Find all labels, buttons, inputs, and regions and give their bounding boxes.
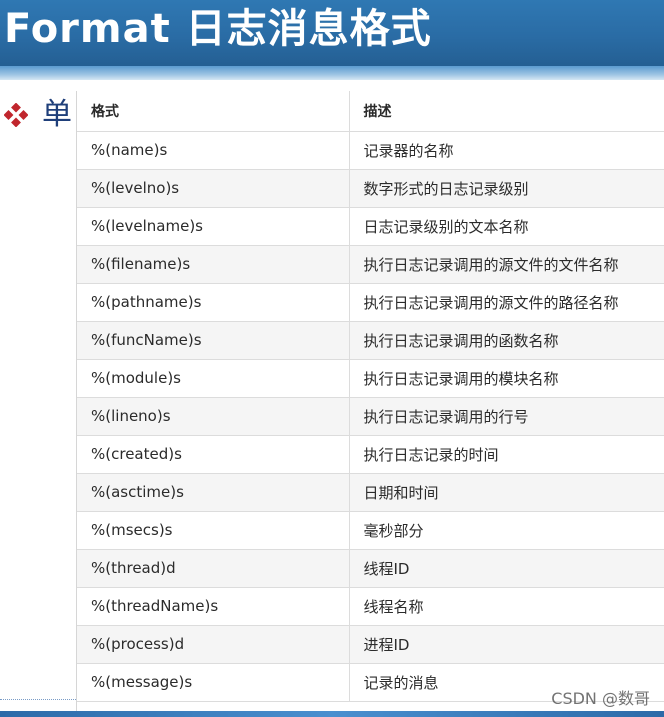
dotted-divider: [0, 699, 76, 700]
description-cell: 执行日志记录的时间: [349, 435, 664, 474]
format-cell: %(filename)s: [77, 245, 350, 284]
description-cell: 日志记录级别的文本名称: [349, 207, 664, 246]
format-cell: %(module)s: [77, 359, 350, 398]
table-row: %(name)s 记录器的名称: [77, 131, 664, 170]
format-cell: %(funcName)s: [77, 321, 350, 360]
format-cell: %(pathname)s: [77, 283, 350, 322]
description-cell: 执行日志记录调用的函数名称: [349, 321, 664, 360]
table-row: %(levelno)s 数字形式的日志记录级别: [77, 169, 664, 208]
description-cell: 线程ID: [349, 549, 664, 588]
format-cell: %(asctime)s: [77, 473, 350, 512]
description-cell: 执行日志记录调用的源文件的路径名称: [349, 283, 664, 322]
slide-title: Format 日志消息格式: [4, 6, 432, 52]
description-cell: 日期和时间: [349, 473, 664, 512]
format-cell: %(lineno)s: [77, 397, 350, 436]
column-header-description: 描述: [349, 91, 664, 132]
table-row: %(threadName)s 线程名称: [77, 587, 664, 626]
watermark: CSDN @数哥: [551, 689, 650, 708]
table-row: %(msecs)s 毫秒部分: [77, 511, 664, 550]
format-cell: %(levelno)s: [77, 169, 350, 208]
table-header-row: 格式 描述: [77, 91, 664, 132]
format-cell: %(message)s: [77, 663, 350, 702]
description-cell: 记录器的名称: [349, 131, 664, 170]
table-row: %(pathname)s 执行日志记录调用的源文件的路径名称: [77, 283, 664, 322]
header-stripe: [0, 66, 664, 80]
table-row: %(process)d 进程ID: [77, 625, 664, 664]
bullet-text: 单: [42, 97, 72, 132]
slide-header: Format 日志消息格式: [0, 0, 664, 66]
table-row: %(filename)s 执行日志记录调用的源文件的文件名称: [77, 245, 664, 284]
format-table: 格式 描述 %(name)s 记录器的名称 %(levelno)s 数字形式的日志记录…: [77, 91, 664, 702]
column-header-format: 格式: [77, 91, 350, 132]
description-cell: 数字形式的日志记录级别: [349, 169, 664, 208]
description-cell: 毫秒部分: [349, 511, 664, 550]
format-cell: %(threadName)s: [77, 587, 350, 626]
table-row: %(funcName)s 执行日志记录调用的函数名称: [77, 321, 664, 360]
format-cell: %(msecs)s: [77, 511, 350, 550]
table-body: %(name)s 记录器的名称 %(levelno)s 数字形式的日志记录级别 %(le…: [77, 131, 664, 702]
bullet-area: [0, 80, 76, 700]
table-row: %(thread)d 线程ID: [77, 549, 664, 588]
format-cell: %(created)s: [77, 435, 350, 474]
description-cell: 线程名称: [349, 587, 664, 626]
bottom-bar: [0, 711, 664, 717]
description-cell: 执行日志记录调用的源文件的文件名称: [349, 245, 664, 284]
format-cell: %(process)d: [77, 625, 350, 664]
description-cell: 执行日志记录调用的模块名称: [349, 359, 664, 398]
table-row: %(module)s 执行日志记录调用的模块名称: [77, 359, 664, 398]
description-cell: 进程ID: [349, 625, 664, 664]
description-cell: 执行日志记录调用的行号: [349, 397, 664, 436]
format-cell: %(thread)d: [77, 549, 350, 588]
format-cell: %(name)s: [77, 131, 350, 170]
table-row: %(levelname)s 日志记录级别的文本名称: [77, 207, 664, 246]
diamond-bullet-icon: [4, 103, 28, 127]
format-cell: %(levelname)s: [77, 207, 350, 246]
table-row: %(created)s 执行日志记录的时间: [77, 435, 664, 474]
table-row: %(lineno)s 执行日志记录调用的行号: [77, 397, 664, 436]
format-table-container: 格式 描述 %(name)s 记录器的名称 %(levelno)s 数字形式的日志记录…: [76, 91, 664, 713]
table-row: %(asctime)s 日期和时间: [77, 473, 664, 512]
